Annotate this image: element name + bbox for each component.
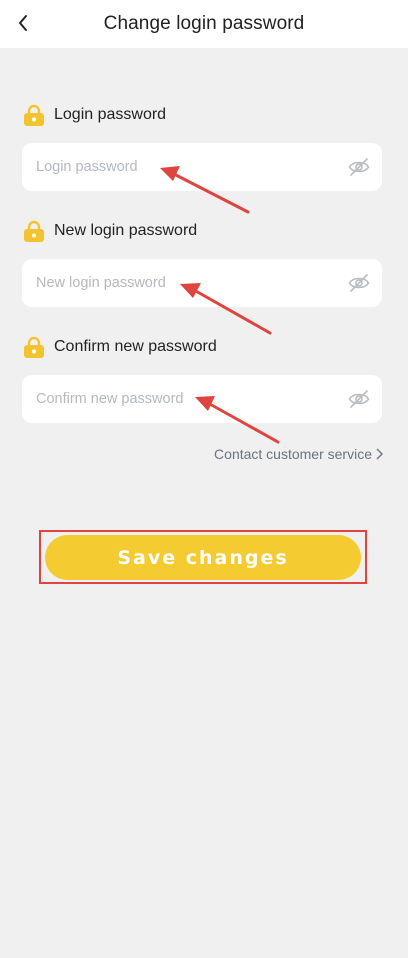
- new-password-label-row: New login password: [22, 219, 197, 243]
- eye-off-icon[interactable]: [348, 157, 370, 177]
- login-password-label: Login password: [54, 106, 167, 123]
- lock-icon: [24, 220, 44, 242]
- login-password-label-row: Login password: [22, 103, 166, 127]
- eye-off-icon[interactable]: [348, 273, 370, 293]
- annotation-arrow: [160, 166, 250, 214]
- new-password-label: New login password: [54, 222, 198, 239]
- save-changes-button[interactable]: Save changes: [45, 535, 361, 580]
- lock-icon: [24, 104, 44, 126]
- page-title: Change login password: [103, 13, 305, 34]
- chevron-right-icon: [376, 448, 383, 460]
- eye-off-icon[interactable]: [348, 389, 370, 409]
- lock-icon: [24, 336, 44, 358]
- contact-customer-service-link[interactable]: Contact customer service: [214, 446, 383, 462]
- top-bar: Change login password: [0, 0, 408, 48]
- contact-link-label: Contact customer service: [214, 446, 372, 462]
- confirm-password-label-row: Confirm new password: [22, 335, 217, 359]
- annotation-arrow: [195, 396, 280, 444]
- confirm-password-label: Confirm new password: [54, 338, 217, 355]
- annotation-arrow: [180, 283, 272, 335]
